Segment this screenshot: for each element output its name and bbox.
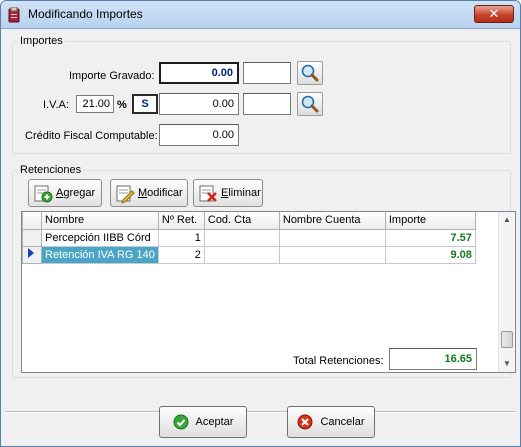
close-icon: ✕ (488, 6, 500, 21)
scroll-thumb[interactable] (501, 331, 513, 348)
close-button[interactable]: ✕ (474, 5, 514, 23)
add-icon (34, 185, 53, 203)
importes-group-title: Importes (18, 35, 65, 47)
title-bar: Modificando Importes ✕ (1, 1, 520, 29)
column-header-nombre-cuenta[interactable]: Nombre Cuenta (278, 212, 386, 230)
iva-percent-sign: % (117, 99, 127, 111)
row-selector[interactable] (22, 228, 42, 247)
cell-nombre[interactable]: Percepción IIBB Córd (41, 228, 159, 247)
table-row[interactable]: Percepción IIBB Córd 1 7.57 (22, 228, 476, 247)
modificar-button[interactable]: Modificar (110, 179, 188, 207)
scroll-up-icon[interactable]: ▲ (499, 212, 515, 228)
agregar-button[interactable]: Agregar (28, 179, 102, 207)
column-header-cod-cta[interactable]: Cod. Cta (203, 212, 280, 230)
row-selector-header (22, 212, 42, 230)
cancelar-button[interactable]: Cancelar (287, 406, 375, 438)
cell-cod-cta[interactable] (203, 245, 280, 264)
cell-importe[interactable]: 7.57 (384, 228, 476, 247)
column-header-importe[interactable]: Importe (384, 212, 476, 230)
table-header-row: Nombre Nº Ret. Cod. Cta Nombre Cuenta Im… (22, 212, 476, 230)
cell-nro-ret[interactable]: 2 (157, 245, 205, 264)
eliminar-button[interactable]: Eliminar (193, 179, 263, 207)
grid-vertical-scrollbar[interactable]: ▲ ▼ (498, 212, 515, 372)
credito-fiscal-field[interactable]: 0.00 (159, 124, 239, 146)
iva-search-button[interactable] (297, 92, 323, 116)
importe-gravado-label: Importe Gravado: (69, 70, 155, 82)
search-icon (301, 64, 319, 82)
total-retenciones-field: 16.65 (389, 348, 477, 370)
importe-gravado-aux-field[interactable] (243, 62, 291, 84)
edit-icon (116, 185, 135, 204)
retenciones-group-title: Retenciones (18, 164, 84, 176)
credito-fiscal-label: Crédito Fiscal Computable: (25, 130, 158, 142)
retenciones-table: Nombre Nº Ret. Cod. Cta Nombre Cuenta Im… (22, 212, 476, 264)
iva-rate-field[interactable]: 21.00 (76, 95, 114, 113)
dialog-window: Modificando Importes ✕ Importes Importe … (0, 0, 521, 447)
iva-label: I.V.A: (43, 99, 69, 111)
column-header-nombre[interactable]: Nombre (41, 212, 159, 230)
table-row[interactable]: Retención IVA RG 140 2 9.08 (22, 245, 476, 264)
cell-nombre-cuenta[interactable] (278, 228, 386, 247)
cell-nombre-cuenta[interactable] (278, 245, 386, 264)
aceptar-button-label: Aceptar (195, 416, 234, 428)
modificar-button-label: Modificar (138, 187, 183, 199)
cell-importe[interactable]: 9.08 (384, 245, 476, 264)
app-icon (8, 7, 20, 23)
delete-icon (199, 185, 217, 202)
importe-gravado-field[interactable]: 0.00 (159, 62, 239, 84)
row-pointer-icon (28, 248, 34, 258)
cancelar-button-label: Cancelar (320, 416, 365, 428)
iva-value-field[interactable]: 0.00 (159, 93, 239, 115)
cell-nombre[interactable]: Retención IVA RG 140 (41, 245, 159, 264)
total-retenciones-label: Total Retenciones: (293, 355, 384, 367)
window-title: Modificando Importes (28, 7, 143, 21)
search-icon (301, 95, 319, 113)
scroll-down-icon[interactable]: ▼ (499, 356, 515, 372)
importe-gravado-search-button[interactable] (297, 61, 323, 85)
cancel-icon (297, 414, 313, 430)
footer-separator (5, 411, 516, 413)
column-header-nro-ret[interactable]: Nº Ret. (157, 212, 205, 230)
accept-icon (173, 414, 189, 430)
cell-cod-cta[interactable] (203, 228, 280, 247)
agregar-button-label: Agregar (56, 187, 96, 199)
iva-aux-field[interactable] (243, 93, 291, 115)
eliminar-button-label: Eliminar (221, 187, 261, 199)
cell-nro-ret[interactable]: 1 (157, 228, 205, 247)
row-selector[interactable] (22, 245, 42, 264)
dialog-body: Importes Importe Gravado: 0.00 I.V.A: 21… (5, 30, 516, 444)
iva-code-field[interactable]: S (132, 94, 158, 114)
aceptar-button[interactable]: Aceptar (159, 406, 247, 438)
